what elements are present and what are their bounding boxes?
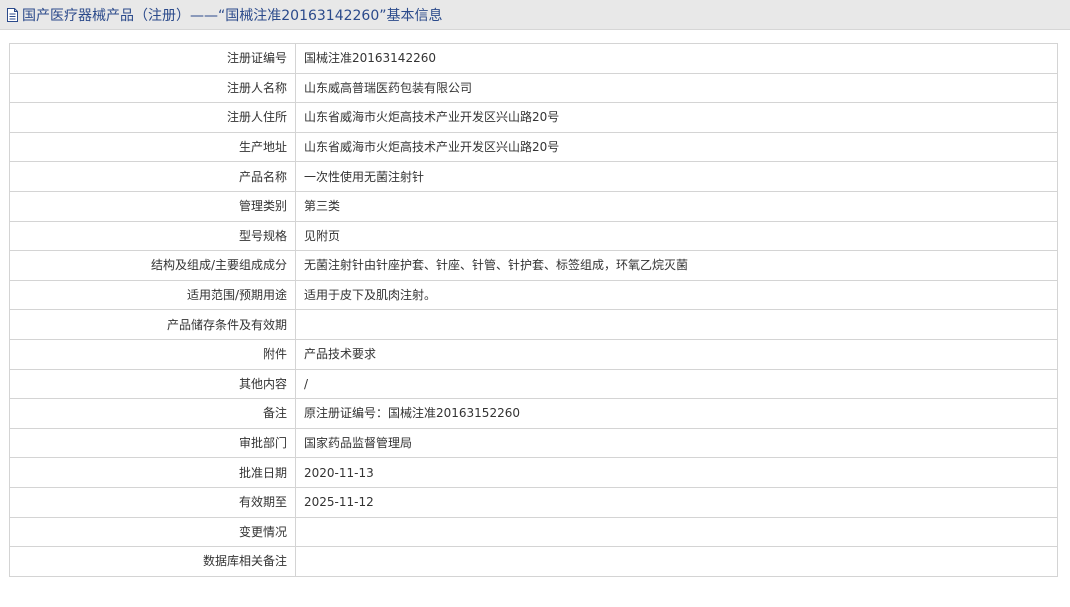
row-label: 附件	[9, 338, 296, 370]
row-value: 适用于皮下及肌肉注射。	[295, 279, 1058, 311]
row-value: 见附页	[295, 220, 1058, 252]
row-label: 注册人名称	[9, 72, 296, 104]
row-label: 注册证编号	[9, 43, 296, 74]
row-label: 生产地址	[9, 131, 296, 163]
row-label: 管理类别	[9, 190, 296, 222]
table-row: 型号规格 见附页	[9, 220, 1058, 252]
table-row: 数据库相关备注	[9, 546, 1058, 577]
table-row: 变更情况	[9, 516, 1058, 548]
row-label: 适用范围/预期用途	[9, 279, 296, 311]
row-label: 产品储存条件及有效期	[9, 309, 296, 340]
table-row: 备注 原注册证编号：国械注准20163152260	[9, 398, 1058, 429]
row-label: 有效期至	[9, 486, 296, 518]
document-icon	[6, 7, 19, 22]
table-row: 生产地址 山东省威海市火炬高技术产业开发区兴山路20号	[9, 131, 1058, 163]
row-value	[295, 516, 1058, 548]
row-value: 2025-11-12	[295, 486, 1058, 518]
row-value	[295, 546, 1058, 577]
table-row: 注册证编号 国械注准20163142260	[9, 43, 1058, 74]
row-label: 注册人住所	[9, 102, 296, 133]
row-label: 备注	[9, 398, 296, 429]
table-row: 结构及组成/主要组成成分 无菌注射针由针座护套、针座、针管、针护套、标签组成，环…	[9, 250, 1058, 281]
table-row: 管理类别 第三类	[9, 190, 1058, 222]
row-value	[295, 309, 1058, 340]
table-row: 有效期至 2025-11-12	[9, 486, 1058, 518]
row-label: 结构及组成/主要组成成分	[9, 250, 296, 281]
row-value: /	[295, 368, 1058, 400]
table-row: 附件 产品技术要求	[9, 338, 1058, 370]
row-value: 产品技术要求	[295, 338, 1058, 370]
row-label: 变更情况	[9, 516, 296, 548]
table-row: 审批部门 国家药品监督管理局	[9, 427, 1058, 459]
row-label: 审批部门	[9, 427, 296, 459]
table-row: 注册人名称 山东威高普瑞医药包装有限公司	[9, 72, 1058, 104]
row-value: 第三类	[295, 190, 1058, 222]
page-title: 国产医疗器械产品（注册）——“国械注准20163142260”基本信息	[22, 7, 443, 24]
table-row: 产品名称 一次性使用无菌注射针	[9, 161, 1058, 192]
row-label: 其他内容	[9, 368, 296, 400]
table-row: 批准日期 2020-11-13	[9, 457, 1058, 488]
row-value: 2020-11-13	[295, 457, 1058, 488]
row-value: 山东省威海市火炬高技术产业开发区兴山路20号	[295, 131, 1058, 163]
row-value: 无菌注射针由针座护套、针座、针管、针护套、标签组成，环氧乙烷灭菌	[295, 250, 1058, 281]
table-row: 其他内容 /	[9, 368, 1058, 400]
row-value: 原注册证编号：国械注准20163152260	[295, 398, 1058, 429]
page-header: 国产医疗器械产品（注册）——“国械注准20163142260”基本信息	[0, 0, 1070, 30]
row-value: 国家药品监督管理局	[295, 427, 1058, 459]
table-row: 产品储存条件及有效期	[9, 309, 1058, 340]
row-label: 批准日期	[9, 457, 296, 488]
info-table: 注册证编号 国械注准20163142260 注册人名称 山东威高普瑞医药包装有限…	[9, 43, 1058, 577]
row-value: 山东省威海市火炬高技术产业开发区兴山路20号	[295, 102, 1058, 133]
row-value: 国械注准20163142260	[295, 43, 1058, 74]
row-value: 一次性使用无菌注射针	[295, 161, 1058, 192]
row-value: 山东威高普瑞医药包装有限公司	[295, 72, 1058, 104]
table-row: 适用范围/预期用途 适用于皮下及肌肉注射。	[9, 279, 1058, 311]
row-label: 数据库相关备注	[9, 546, 296, 577]
table-row: 注册人住所 山东省威海市火炬高技术产业开发区兴山路20号	[9, 102, 1058, 133]
row-label: 型号规格	[9, 220, 296, 252]
row-label: 产品名称	[9, 161, 296, 192]
